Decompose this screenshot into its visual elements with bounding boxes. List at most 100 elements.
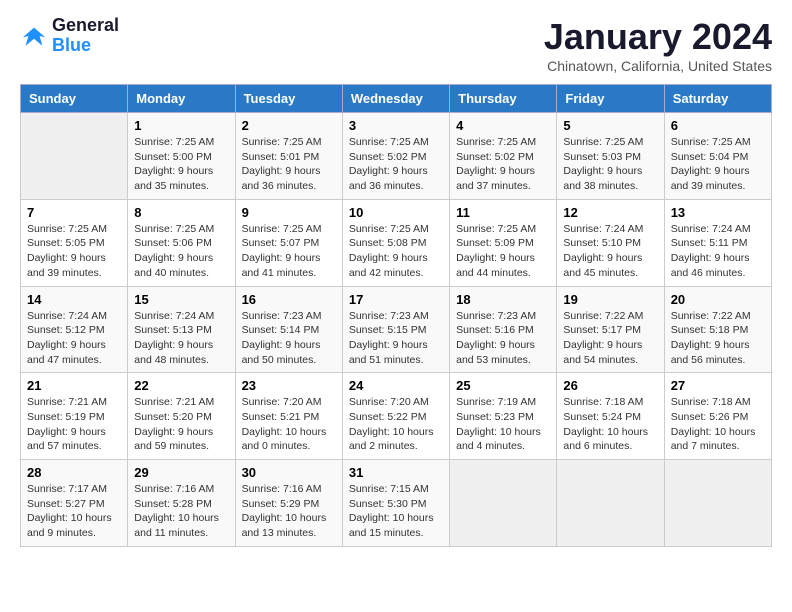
calendar-cell: 11 Sunrise: 7:25 AM Sunset: 5:09 PM Dayli…	[450, 199, 557, 286]
day-number: 31	[349, 465, 443, 480]
day-number: 18	[456, 292, 550, 307]
day-number: 19	[563, 292, 657, 307]
calendar-header-wednesday: Wednesday	[342, 85, 449, 113]
calendar-cell: 2Sunrise: 7:25 AM Sunset: 5:01 PM Daylig…	[235, 113, 342, 200]
calendar-header-friday: Friday	[557, 85, 664, 113]
day-number: 29	[134, 465, 228, 480]
calendar-cell: 24 Sunrise: 7:20 AM Sunset: 5:22 PM Dayli…	[342, 373, 449, 460]
day-number: 22	[134, 378, 228, 393]
day-info: Sunrise: 7:24 AM Sunset: 5:11 PM Dayligh…	[671, 222, 765, 281]
day-number: 6	[671, 118, 765, 133]
calendar-cell: 4 Sunrise: 7:25 AM Sunset: 5:02 PM Daylig…	[450, 113, 557, 200]
day-number: 21	[27, 378, 121, 393]
calendar-cell: 29 Sunrise: 7:16 AM Sunset: 5:28 PM Dayli…	[128, 460, 235, 547]
day-number: 14	[27, 292, 121, 307]
calendar-cell: 10Sunrise: 7:25 AM Sunset: 5:08 PM Dayli…	[342, 199, 449, 286]
day-info: Sunrise: 7:24 AM Sunset: 5:12 PM Dayligh…	[27, 309, 121, 368]
day-info: Sunrise: 7:25 AM Sunset: 5:02 PM Dayligh…	[349, 135, 443, 194]
day-info: Sunrise: 7:21 AM Sunset: 5:20 PM Dayligh…	[134, 395, 228, 454]
day-number: 4	[456, 118, 550, 133]
calendar-cell: 28 Sunrise: 7:17 AM Sunset: 5:27 PM Dayli…	[21, 460, 128, 547]
day-info: Sunrise: 7:25 AM Sunset: 5:06 PM Dayligh…	[134, 222, 228, 281]
calendar-cell: 19 Sunrise: 7:22 AM Sunset: 5:17 PM Dayli…	[557, 286, 664, 373]
calendar-cell: 12Sunrise: 7:24 AM Sunset: 5:10 PM Dayli…	[557, 199, 664, 286]
day-info: Sunrise: 7:24 AM Sunset: 5:10 PM Dayligh…	[563, 222, 657, 281]
day-number: 23	[242, 378, 336, 393]
calendar-cell: 18 Sunrise: 7:23 AM Sunset: 5:16 PM Dayli…	[450, 286, 557, 373]
day-info: Sunrise: 7:25 AM Sunset: 5:00 PM Dayligh…	[134, 135, 228, 194]
day-info: Sunrise: 7:25 AM Sunset: 5:01 PM Dayligh…	[242, 135, 336, 194]
calendar-header-monday: Monday	[128, 85, 235, 113]
day-info: Sunrise: 7:16 AM Sunset: 5:28 PM Dayligh…	[134, 482, 228, 541]
calendar-cell: 5 Sunrise: 7:25 AM Sunset: 5:03 PM Daylig…	[557, 113, 664, 200]
logo: General Blue	[20, 16, 119, 56]
day-number: 25	[456, 378, 550, 393]
day-info: Sunrise: 7:24 AM Sunset: 5:13 PM Dayligh…	[134, 309, 228, 368]
day-number: 13	[671, 205, 765, 220]
calendar-header-sunday: Sunday	[21, 85, 128, 113]
day-number: 8	[134, 205, 228, 220]
calendar-cell: 31Sunrise: 7:15 AM Sunset: 5:30 PM Dayli…	[342, 460, 449, 547]
calendar-cell: 26 Sunrise: 7:18 AM Sunset: 5:24 PM Dayli…	[557, 373, 664, 460]
calendar-cell: 9Sunrise: 7:25 AM Sunset: 5:07 PM Daylig…	[235, 199, 342, 286]
calendar-header-tuesday: Tuesday	[235, 85, 342, 113]
page-header: General Blue January 2024 Chinatown, Cal…	[20, 16, 772, 74]
day-info: Sunrise: 7:19 AM Sunset: 5:23 PM Dayligh…	[456, 395, 550, 454]
month-title: January 2024	[544, 16, 772, 58]
day-number: 26	[563, 378, 657, 393]
day-info: Sunrise: 7:25 AM Sunset: 5:05 PM Dayligh…	[27, 222, 121, 281]
day-info: Sunrise: 7:20 AM Sunset: 5:22 PM Dayligh…	[349, 395, 443, 454]
day-number: 3	[349, 118, 443, 133]
day-number: 5	[563, 118, 657, 133]
calendar-cell: 20 Sunrise: 7:22 AM Sunset: 5:18 PM Dayli…	[664, 286, 771, 373]
day-info: Sunrise: 7:17 AM Sunset: 5:27 PM Dayligh…	[27, 482, 121, 541]
day-number: 11	[456, 205, 550, 220]
day-info: Sunrise: 7:22 AM Sunset: 5:18 PM Dayligh…	[671, 309, 765, 368]
day-number: 20	[671, 292, 765, 307]
calendar-cell: 17 Sunrise: 7:23 AM Sunset: 5:15 PM Dayli…	[342, 286, 449, 373]
calendar-cell: 6 Sunrise: 7:25 AM Sunset: 5:04 PM Daylig…	[664, 113, 771, 200]
calendar-cell: 3 Sunrise: 7:25 AM Sunset: 5:02 PM Daylig…	[342, 113, 449, 200]
day-info: Sunrise: 7:22 AM Sunset: 5:17 PM Dayligh…	[563, 309, 657, 368]
calendar-cell	[450, 460, 557, 547]
calendar-week-row: 1 Sunrise: 7:25 AM Sunset: 5:00 PM Daylig…	[21, 113, 772, 200]
calendar-week-row: 28 Sunrise: 7:17 AM Sunset: 5:27 PM Dayli…	[21, 460, 772, 547]
day-info: Sunrise: 7:18 AM Sunset: 5:24 PM Dayligh…	[563, 395, 657, 454]
calendar-header-row: SundayMondayTuesdayWednesdayThursdayFrid…	[21, 85, 772, 113]
day-number: 10	[349, 205, 443, 220]
day-number: 16	[242, 292, 336, 307]
logo-icon	[20, 22, 48, 50]
calendar-header-thursday: Thursday	[450, 85, 557, 113]
day-info: Sunrise: 7:23 AM Sunset: 5:16 PM Dayligh…	[456, 309, 550, 368]
calendar-cell: 30Sunrise: 7:16 AM Sunset: 5:29 PM Dayli…	[235, 460, 342, 547]
calendar-cell: 14 Sunrise: 7:24 AM Sunset: 5:12 PM Dayli…	[21, 286, 128, 373]
calendar-cell	[21, 113, 128, 200]
calendar-cell: 1 Sunrise: 7:25 AM Sunset: 5:00 PM Daylig…	[128, 113, 235, 200]
day-number: 17	[349, 292, 443, 307]
day-number: 30	[242, 465, 336, 480]
day-number: 7	[27, 205, 121, 220]
day-number: 28	[27, 465, 121, 480]
day-info: Sunrise: 7:25 AM Sunset: 5:09 PM Dayligh…	[456, 222, 550, 281]
calendar-table: SundayMondayTuesdayWednesdayThursdayFrid…	[20, 84, 772, 547]
day-info: Sunrise: 7:21 AM Sunset: 5:19 PM Dayligh…	[27, 395, 121, 454]
calendar-week-row: 21 Sunrise: 7:21 AM Sunset: 5:19 PM Dayli…	[21, 373, 772, 460]
day-info: Sunrise: 7:23 AM Sunset: 5:15 PM Dayligh…	[349, 309, 443, 368]
calendar-cell: 15 Sunrise: 7:24 AM Sunset: 5:13 PM Dayli…	[128, 286, 235, 373]
day-number: 1	[134, 118, 228, 133]
day-info: Sunrise: 7:25 AM Sunset: 5:03 PM Dayligh…	[563, 135, 657, 194]
calendar-week-row: 7 Sunrise: 7:25 AM Sunset: 5:05 PM Daylig…	[21, 199, 772, 286]
day-number: 24	[349, 378, 443, 393]
day-info: Sunrise: 7:18 AM Sunset: 5:26 PM Dayligh…	[671, 395, 765, 454]
day-number: 15	[134, 292, 228, 307]
calendar-week-row: 14 Sunrise: 7:24 AM Sunset: 5:12 PM Dayli…	[21, 286, 772, 373]
calendar-cell: 27Sunrise: 7:18 AM Sunset: 5:26 PM Dayli…	[664, 373, 771, 460]
day-info: Sunrise: 7:25 AM Sunset: 5:04 PM Dayligh…	[671, 135, 765, 194]
calendar-cell: 16Sunrise: 7:23 AM Sunset: 5:14 PM Dayli…	[235, 286, 342, 373]
calendar-header-saturday: Saturday	[664, 85, 771, 113]
logo-text: General Blue	[52, 16, 119, 56]
day-info: Sunrise: 7:25 AM Sunset: 5:02 PM Dayligh…	[456, 135, 550, 194]
calendar-cell	[664, 460, 771, 547]
day-info: Sunrise: 7:25 AM Sunset: 5:07 PM Dayligh…	[242, 222, 336, 281]
calendar-cell: 25 Sunrise: 7:19 AM Sunset: 5:23 PM Dayli…	[450, 373, 557, 460]
